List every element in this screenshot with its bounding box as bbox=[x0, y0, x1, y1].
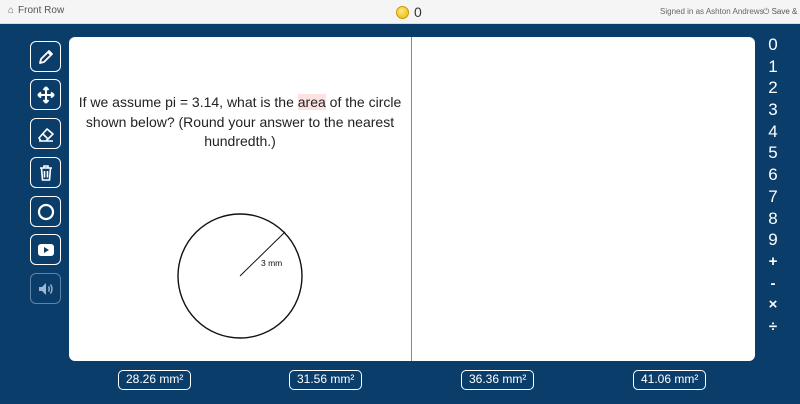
question-text-part: If we assume pi = 3.14, what is the bbox=[78, 94, 298, 110]
key-divide[interactable]: ÷ bbox=[760, 316, 786, 338]
key-9[interactable]: 9 bbox=[760, 229, 786, 251]
key-6[interactable]: 6 bbox=[760, 164, 786, 186]
pencil-icon bbox=[38, 49, 53, 64]
key-3[interactable]: 3 bbox=[760, 99, 786, 121]
board-divider bbox=[411, 37, 412, 361]
save-label: Save & C bbox=[771, 7, 800, 16]
answer-choice-3[interactable]: 36.36 mm² bbox=[461, 370, 535, 390]
home-icon: ⌂ bbox=[8, 5, 15, 16]
front-row-home-link[interactable]: ⌂ Front Row bbox=[8, 5, 64, 16]
key-1[interactable]: 1 bbox=[760, 56, 786, 78]
whiteboard[interactable]: If we assume pi = 3.14, what is the area… bbox=[69, 37, 755, 361]
key-minus[interactable]: - bbox=[760, 273, 786, 295]
question-text: If we assume pi = 3.14, what is the area… bbox=[75, 93, 405, 152]
signed-in-label: Signed in as Ashton Andrews bbox=[660, 7, 764, 16]
move-icon bbox=[36, 85, 55, 104]
key-5[interactable]: 5 bbox=[760, 142, 786, 164]
key-0[interactable]: 0 bbox=[760, 34, 786, 56]
keypad: 0 1 2 3 4 5 6 7 8 9 + - × ÷ bbox=[760, 34, 786, 338]
coin-icon bbox=[396, 5, 409, 19]
trash-icon bbox=[39, 164, 52, 181]
key-8[interactable]: 8 bbox=[760, 208, 786, 230]
eraser-icon bbox=[37, 127, 54, 142]
circle-tool-button[interactable] bbox=[30, 196, 61, 227]
video-tool-button[interactable] bbox=[30, 234, 61, 265]
top-bar: ⌂ Front Row 0 Signed in as Ashton Andrew… bbox=[0, 0, 800, 24]
answer-choice-4[interactable]: 41.06 mm² bbox=[633, 370, 707, 390]
coin-count: 0 bbox=[414, 4, 422, 20]
key-multiply[interactable]: × bbox=[760, 294, 786, 316]
speaker-icon bbox=[38, 282, 53, 295]
radius-label: 3 mm bbox=[261, 258, 282, 268]
answer-choice-2[interactable]: 31.56 mm² bbox=[289, 370, 363, 390]
highlighted-word: area bbox=[297, 94, 326, 110]
play-icon bbox=[37, 243, 54, 256]
circle-icon bbox=[37, 203, 54, 220]
trash-tool-button[interactable] bbox=[30, 157, 61, 188]
key-7[interactable]: 7 bbox=[760, 186, 786, 208]
audio-tool-button[interactable] bbox=[30, 273, 61, 304]
save-and-close-button[interactable]: ⏻ Save & C bbox=[763, 7, 800, 17]
key-2[interactable]: 2 bbox=[760, 77, 786, 99]
radius-line bbox=[239, 231, 286, 277]
coin-counter: 0 bbox=[396, 4, 422, 20]
brand-label: Front Row bbox=[18, 5, 65, 16]
key-plus[interactable]: + bbox=[760, 251, 786, 273]
circle-figure: 3 mm bbox=[177, 213, 303, 339]
key-4[interactable]: 4 bbox=[760, 121, 786, 143]
move-tool-button[interactable] bbox=[30, 79, 61, 110]
pencil-tool-button[interactable] bbox=[30, 41, 61, 72]
answer-choice-1[interactable]: 28.26 mm² bbox=[118, 370, 192, 390]
eraser-tool-button[interactable] bbox=[30, 118, 61, 149]
